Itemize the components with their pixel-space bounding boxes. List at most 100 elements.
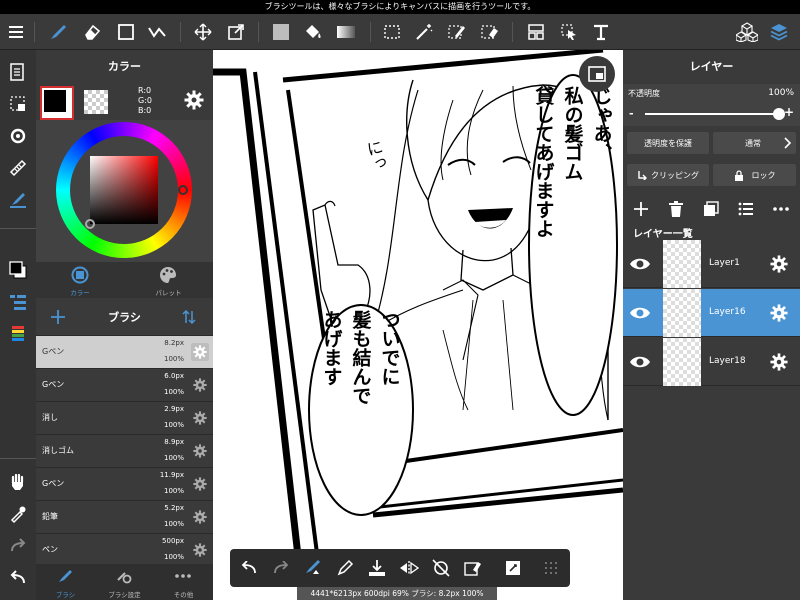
eyedropper-icon[interactable]: [4, 500, 32, 528]
add-layer-icon[interactable]: [631, 199, 651, 219]
protect-alpha-button[interactable]: 透明度を保護: [627, 132, 709, 154]
brush-tool-icon[interactable]: [44, 18, 72, 46]
brush-row[interactable]: ペン 500px 100%: [36, 534, 213, 567]
layer-row[interactable]: Layer18: [623, 338, 800, 386]
brush-gear-icon[interactable]: [191, 541, 209, 559]
canvas-fit-button[interactable]: [579, 56, 615, 92]
hand-tool-icon[interactable]: [4, 468, 32, 496]
sort-brush-icon[interactable]: [179, 307, 199, 327]
hue-handle[interactable]: [178, 185, 188, 195]
opacity-slider-track[interactable]: [645, 113, 781, 115]
transform-tool-icon[interactable]: [222, 18, 250, 46]
left-rail: [0, 50, 36, 600]
brush-gear-icon[interactable]: [191, 409, 209, 427]
brush-row[interactable]: 消し 2.9px 100%: [36, 402, 213, 435]
hue-wheel[interactable]: [56, 122, 192, 258]
lock-button[interactable]: ロック: [713, 164, 796, 186]
redo-button-icon[interactable]: [268, 555, 294, 581]
tab-palette[interactable]: パレット: [124, 262, 213, 298]
toolbar-divider: [34, 22, 35, 42]
brush-gear-icon[interactable]: [191, 376, 209, 394]
menu-icon[interactable]: [2, 18, 30, 46]
layer-row[interactable]: Layer1: [623, 240, 800, 288]
brush-bottom-tabs: ブラシ ブラシ設定 その他: [36, 564, 213, 600]
eye-visibility-icon[interactable]: [627, 350, 653, 374]
pages-icon[interactable]: [4, 58, 32, 86]
brush-row[interactable]: 消しゴム 8.9px 100%: [36, 435, 213, 468]
color-settings-gear-icon[interactable]: [182, 88, 206, 112]
eye-visibility-icon[interactable]: [627, 301, 653, 325]
select-tool-icon[interactable]: [378, 18, 406, 46]
undo-button-icon[interactable]: [236, 555, 262, 581]
select-eraser-icon[interactable]: [476, 18, 504, 46]
selection-eraser-icon[interactable]: [460, 555, 486, 581]
snap-off-icon[interactable]: [428, 555, 454, 581]
brush-gear-icon[interactable]: [191, 475, 209, 493]
color-swatch-icon[interactable]: [4, 256, 32, 284]
rail-divider: [0, 458, 36, 459]
magic-wand-icon[interactable]: [410, 18, 438, 46]
layer-properties-list-icon[interactable]: [736, 199, 756, 219]
flip-horizontal-icon[interactable]: [396, 555, 422, 581]
layer-settings-gear-icon[interactable]: [767, 301, 791, 325]
color-handle[interactable]: [85, 219, 95, 229]
layer-settings-gear-icon[interactable]: [767, 252, 791, 276]
layer-row[interactable]: Layer16: [623, 289, 800, 337]
more-dots-icon: [174, 567, 192, 585]
delete-layer-trash-icon[interactable]: [666, 199, 686, 219]
frame-divide-icon[interactable]: [522, 18, 550, 46]
brush-name: 鉛筆: [42, 512, 58, 521]
grid-dots-icon[interactable]: [538, 555, 564, 581]
tab-color[interactable]: カラー: [36, 262, 124, 298]
pen-button-icon[interactable]: [332, 555, 358, 581]
ruler-icon[interactable]: [4, 154, 32, 182]
clipping-button[interactable]: クリッピング: [627, 164, 709, 186]
opacity-plus[interactable]: +: [784, 105, 794, 119]
color-palette-icon[interactable]: [4, 320, 32, 348]
tab-brush[interactable]: ブラシ: [36, 564, 95, 600]
layer-list-icon[interactable]: [4, 288, 32, 316]
background-color-swatch[interactable]: [84, 90, 108, 114]
3d-material-icon[interactable]: [733, 18, 761, 46]
object-select-icon[interactable]: [555, 18, 583, 46]
rotate-canvas-icon[interactable]: [4, 122, 32, 150]
drawing-canvas[interactable]: じゃあ、 私の髪ゴム 貸してあげますよ ついでに 髪も結んで あげます にっ: [213, 50, 623, 600]
text-tool-icon[interactable]: [587, 18, 615, 46]
brush-row[interactable]: Gペン 8.2px 100%: [36, 336, 213, 369]
brush-gear-icon[interactable]: [191, 442, 209, 460]
move-tool-icon[interactable]: [189, 18, 217, 46]
opacity-minus[interactable]: -: [629, 107, 634, 120]
brush-row[interactable]: 鉛筆 5.2px 100%: [36, 501, 213, 534]
foreground-color-swatch[interactable]: [40, 86, 74, 120]
tab-more[interactable]: その他: [154, 564, 213, 600]
save-download-icon[interactable]: [364, 555, 390, 581]
tab-brush-settings[interactable]: ブラシ設定: [95, 564, 154, 600]
material-icon[interactable]: [500, 555, 526, 581]
select-pen-icon[interactable]: [443, 18, 471, 46]
eraser-tool-icon[interactable]: [78, 18, 106, 46]
opacity-label: 不透明度: [628, 89, 660, 98]
brush-gear-icon[interactable]: [191, 508, 209, 526]
layer-settings-gear-icon[interactable]: [767, 350, 791, 374]
layers-icon[interactable]: [765, 18, 793, 46]
stabilizer-brush-icon[interactable]: [300, 555, 326, 581]
selection-layer-icon[interactable]: [4, 90, 32, 118]
brush-name: 消しゴム: [42, 446, 74, 455]
shape-tool-icon[interactable]: [112, 18, 140, 46]
layer-more-dots-icon[interactable]: [771, 199, 791, 219]
layer-thumbnail: [663, 289, 701, 337]
eye-visibility-icon[interactable]: [627, 252, 653, 276]
brush-gear-icon[interactable]: [191, 343, 209, 361]
undo-icon[interactable]: [4, 564, 32, 592]
redo-icon[interactable]: [4, 532, 32, 560]
duplicate-layer-icon[interactable]: [701, 199, 721, 219]
brush-settings-icon[interactable]: [4, 186, 32, 214]
gradient-tool-icon[interactable]: [332, 18, 360, 46]
brush-row[interactable]: Gペン 11.9px 100%: [36, 468, 213, 501]
brush-row[interactable]: Gペン 6.0px 100%: [36, 369, 213, 402]
bucket-tool-icon[interactable]: [299, 18, 327, 46]
blend-mode-button[interactable]: 通常: [713, 132, 796, 154]
fill-color-tool-icon[interactable]: [267, 18, 295, 46]
stroke-tool-icon[interactable]: [143, 18, 171, 46]
saturation-value-square[interactable]: [90, 156, 158, 224]
